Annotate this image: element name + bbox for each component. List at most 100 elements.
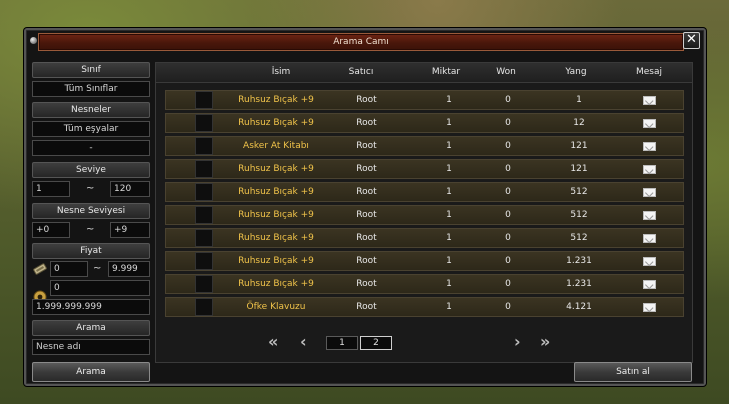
yang-price: 4.121 <box>566 302 592 312</box>
mail-icon[interactable] <box>643 142 656 151</box>
table-row[interactable]: Ruhsuz Bıçak +9 Root 1 0 512 <box>165 228 684 248</box>
item-level-min-input[interactable]: +0 <box>32 222 70 238</box>
quantity: 1 <box>446 233 452 243</box>
column-header-message: Mesaj <box>635 67 662 77</box>
first-page-button[interactable]: « <box>268 332 278 351</box>
item-subtype-select[interactable]: - <box>32 140 150 156</box>
pin-icon <box>30 37 37 44</box>
table-row[interactable]: Öfke Klavuzu Root 1 0 4.121 <box>165 297 684 317</box>
column-header-seller: Satıcı <box>348 67 374 77</box>
close-button[interactable]: ✕ <box>683 32 700 49</box>
quantity: 1 <box>446 210 452 220</box>
column-header-quantity: Miktar <box>431 67 461 77</box>
search-header: Arama <box>32 320 150 336</box>
mail-icon[interactable] <box>643 165 656 174</box>
quantity: 1 <box>446 302 452 312</box>
table-header: İsim Satıcı Miktar Won Yang Mesaj <box>156 63 692 83</box>
item-slot-icon <box>195 91 213 109</box>
seller-name: Root <box>356 118 377 128</box>
seller-name: Root <box>356 233 377 243</box>
quantity: 1 <box>446 279 452 289</box>
level-range-separator: ~ <box>86 183 95 194</box>
yang-price: 1 <box>576 95 582 105</box>
won-price-input[interactable]: 0 <box>50 280 150 296</box>
item-level-range-separator: ~ <box>86 224 95 235</box>
item-name: Ruhsuz Bıçak +9 <box>238 256 314 266</box>
won-price: 0 <box>505 302 511 312</box>
yang-price: 512 <box>570 210 588 220</box>
page-button-2[interactable]: 2 <box>360 336 392 350</box>
won-price: 0 <box>505 187 511 197</box>
column-header-won: Won <box>496 67 516 77</box>
item-slot-icon <box>195 183 213 201</box>
mail-icon[interactable] <box>643 211 656 220</box>
mail-icon[interactable] <box>643 280 656 289</box>
seller-name: Root <box>356 164 377 174</box>
table-row[interactable]: Ruhsuz Bıçak +9 Root 1 0 1.231 <box>165 274 684 294</box>
title-bar[interactable]: Arama Camı <box>38 33 684 51</box>
yang-price: 12 <box>573 118 585 128</box>
class-select[interactable]: Tüm Sınıflar <box>32 81 150 97</box>
item-name: Öfke Klavuzu <box>246 302 306 312</box>
mail-icon[interactable] <box>643 119 656 128</box>
item-name-search-input[interactable]: Nesne adı <box>32 339 150 355</box>
item-name: Ruhsuz Bıçak +9 <box>238 164 314 174</box>
last-page-button[interactable]: » <box>540 332 550 351</box>
seller-name: Root <box>356 95 377 105</box>
seller-name: Root <box>356 210 377 220</box>
prev-page-button[interactable]: ‹ <box>300 332 307 351</box>
price-max-input[interactable]: 9.999 <box>108 261 150 277</box>
won-price: 0 <box>505 210 511 220</box>
won-price: 0 <box>505 141 511 151</box>
seller-name: Root <box>356 279 377 289</box>
mail-icon[interactable] <box>643 303 656 312</box>
mail-icon[interactable] <box>643 188 656 197</box>
results-table: İsim Satıcı Miktar Won Yang Mesaj Ruhsuz… <box>155 62 693 363</box>
column-header-name: İsim <box>271 67 291 77</box>
item-slot-icon <box>195 206 213 224</box>
item-slot-icon <box>195 137 213 155</box>
table-row[interactable]: Ruhsuz Bıçak +9 Root 1 0 1.231 <box>165 251 684 271</box>
next-page-button[interactable]: › <box>514 332 521 351</box>
seller-name: Root <box>356 141 377 151</box>
table-row[interactable]: Ruhsuz Bıçak +9 Root 1 0 512 <box>165 205 684 225</box>
table-row[interactable]: Ruhsuz Bıçak +9 Root 1 0 121 <box>165 159 684 179</box>
item-slot-icon <box>195 160 213 178</box>
table-row[interactable]: Asker At Kitabı Root 1 0 121 <box>165 136 684 156</box>
window-title: Arama Camı <box>333 37 389 47</box>
price-range-separator: ~ <box>93 263 102 274</box>
yang-price: 512 <box>570 233 588 243</box>
item-name: Ruhsuz Bıçak +9 <box>238 187 314 197</box>
yang-price: 1.231 <box>566 279 592 289</box>
item-name: Asker At Kitabı <box>243 141 309 151</box>
item-name: Ruhsuz Bıçak +9 <box>238 279 314 289</box>
yang-price: 121 <box>570 141 588 151</box>
page-button-1[interactable]: 1 <box>326 336 358 350</box>
item-level-max-input[interactable]: +9 <box>110 222 150 238</box>
quantity: 1 <box>446 118 452 128</box>
table-row[interactable]: Ruhsuz Bıçak +9 Root 1 0 1 <box>165 90 684 110</box>
won-price: 0 <box>505 118 511 128</box>
yang-price: 1.231 <box>566 256 592 266</box>
mail-icon[interactable] <box>643 234 656 243</box>
seller-name: Root <box>356 302 377 312</box>
table-row[interactable]: Ruhsuz Bıçak +9 Root 1 0 512 <box>165 182 684 202</box>
item-name: Ruhsuz Bıçak +9 <box>238 118 314 128</box>
item-type-select[interactable]: Tüm eşyalar <box>32 121 150 137</box>
mail-icon[interactable] <box>643 257 656 266</box>
won-price: 0 <box>505 164 511 174</box>
item-slot-icon <box>195 298 213 316</box>
item-slot-icon <box>195 114 213 132</box>
table-row[interactable]: Ruhsuz Bıçak +9 Root 1 0 12 <box>165 113 684 133</box>
won-price: 0 <box>505 95 511 105</box>
quantity: 1 <box>446 95 452 105</box>
won-coin-icon <box>33 263 47 275</box>
yang-price-input[interactable]: 1.999.999.999 <box>32 299 150 315</box>
buy-button[interactable]: Satın al <box>574 362 692 382</box>
level-max-input[interactable]: 120 <box>110 181 150 197</box>
level-min-input[interactable]: 1 <box>32 181 70 197</box>
quantity: 1 <box>446 256 452 266</box>
mail-icon[interactable] <box>643 96 656 105</box>
search-button[interactable]: Arama <box>32 362 150 382</box>
price-min-input[interactable]: 0 <box>50 261 88 277</box>
